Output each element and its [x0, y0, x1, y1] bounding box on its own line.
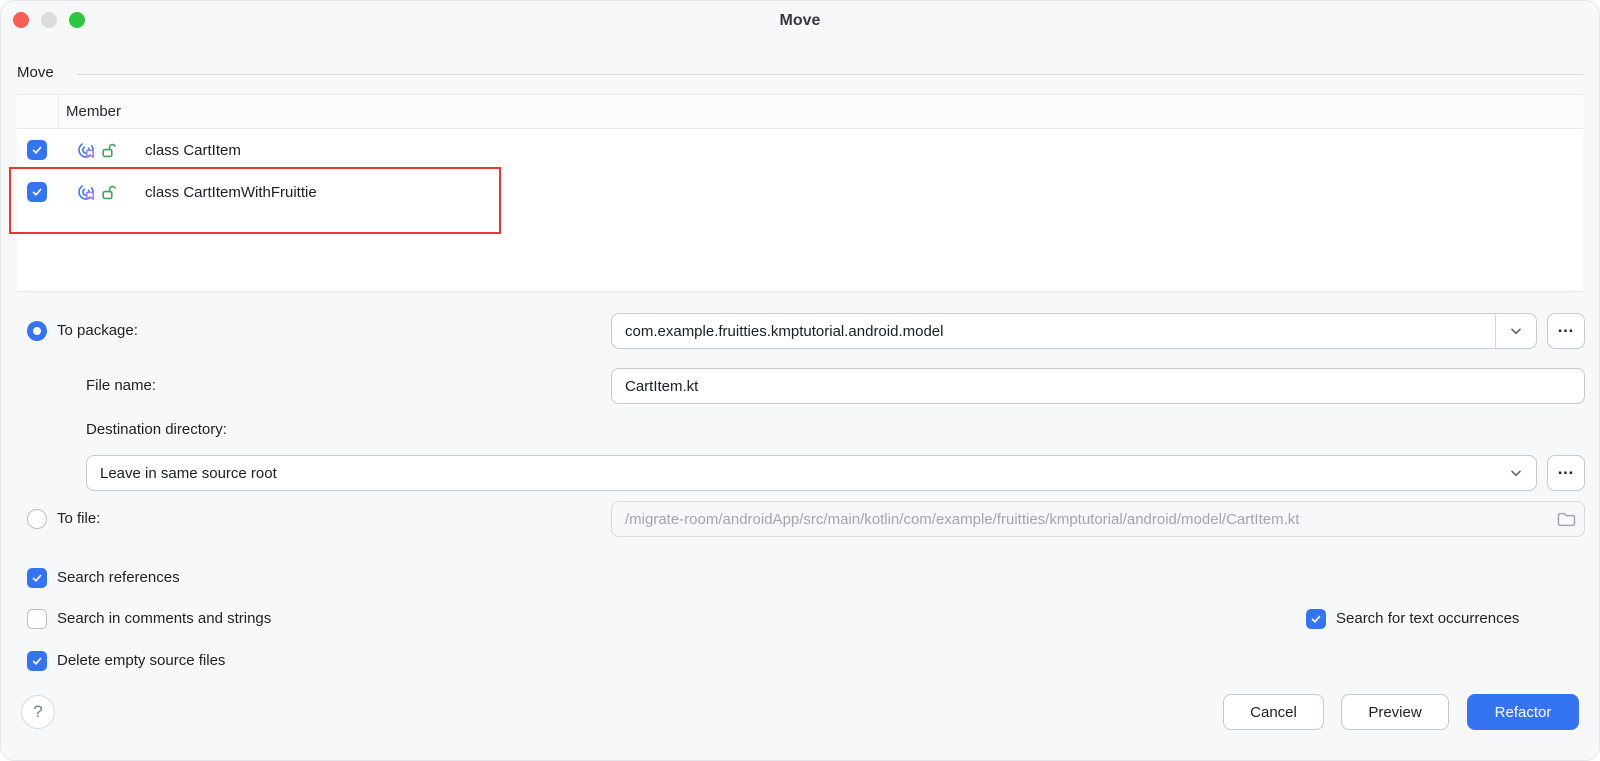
preview-button[interactable]: Preview: [1341, 694, 1449, 730]
kotlin-class-icon: [76, 182, 96, 202]
group-separator: [77, 74, 1583, 75]
member-checkbox[interactable]: [27, 182, 47, 202]
column-divider: [58, 95, 59, 128]
package-browse-button[interactable]: …: [1547, 313, 1585, 349]
file-name-label: File name:: [86, 368, 156, 404]
move-group-label: Move: [17, 64, 54, 81]
delete-empty-files-label[interactable]: Delete empty source files: [57, 643, 225, 679]
to-file-path-input: /migrate-room/androidApp/src/main/kotlin…: [611, 501, 1585, 537]
title-bar: Move: [1, 1, 1599, 41]
chevron-down-icon[interactable]: [1496, 323, 1536, 339]
package-combobox-value: com.example.fruitties.kmptutorial.androi…: [625, 323, 943, 340]
checkmark-icon: [30, 654, 44, 668]
delete-empty-files-checkbox[interactable]: [27, 651, 47, 671]
search-comments-checkbox[interactable]: [27, 609, 47, 629]
checkmark-icon: [1309, 612, 1323, 626]
open-lock-icon: [102, 184, 116, 200]
file-name-input[interactable]: CartItem.kt: [611, 368, 1585, 404]
search-text-occurrences-label[interactable]: Search for text occurrences: [1336, 601, 1519, 637]
folder-icon: [1549, 511, 1576, 527]
member-row-cartitem[interactable]: class CartItem: [17, 129, 1583, 171]
to-file-path-value: /migrate-room/androidApp/src/main/kotlin…: [625, 511, 1299, 528]
members-table: Member class CartItem: [17, 94, 1583, 292]
destination-directory-combobox[interactable]: Leave in same source root: [86, 455, 1537, 491]
window-title: Move: [1, 1, 1599, 41]
file-name-value: CartItem.kt: [625, 378, 698, 395]
checkmark-icon: [30, 185, 44, 199]
member-row-label: class CartItemWithFruittie: [145, 184, 317, 201]
to-file-radio[interactable]: [27, 509, 47, 529]
member-row-cartitemwithfruittie[interactable]: class CartItemWithFruittie: [17, 171, 1583, 213]
package-combobox[interactable]: com.example.fruitties.kmptutorial.androi…: [611, 313, 1537, 349]
to-package-label[interactable]: To package:: [57, 313, 138, 349]
destination-directory-browse-button[interactable]: …: [1547, 455, 1585, 491]
search-comments-label[interactable]: Search in comments and strings: [57, 601, 271, 637]
chevron-down-icon[interactable]: [1496, 465, 1536, 481]
to-file-label[interactable]: To file:: [57, 501, 100, 537]
search-references-label[interactable]: Search references: [57, 560, 180, 596]
checkmark-icon: [30, 571, 44, 585]
cancel-button[interactable]: Cancel: [1223, 694, 1324, 730]
search-text-occurrences-checkbox[interactable]: [1306, 609, 1326, 629]
destination-directory-label: Destination directory:: [86, 412, 227, 448]
search-references-checkbox[interactable]: [27, 568, 47, 588]
checkmark-icon: [30, 143, 44, 157]
refactor-button[interactable]: Refactor: [1467, 694, 1579, 730]
members-table-header: Member: [17, 95, 1583, 129]
to-package-radio[interactable]: [27, 321, 47, 341]
member-checkbox[interactable]: [27, 140, 47, 160]
member-column-header: Member: [17, 103, 121, 120]
member-row-label: class CartItem: [145, 142, 241, 159]
destination-directory-value: Leave in same source root: [100, 465, 277, 482]
kotlin-class-icon: [76, 140, 96, 160]
help-button[interactable]: ?: [21, 695, 55, 729]
open-lock-icon: [102, 142, 116, 158]
move-dialog: Move Move Member: [0, 0, 1600, 761]
